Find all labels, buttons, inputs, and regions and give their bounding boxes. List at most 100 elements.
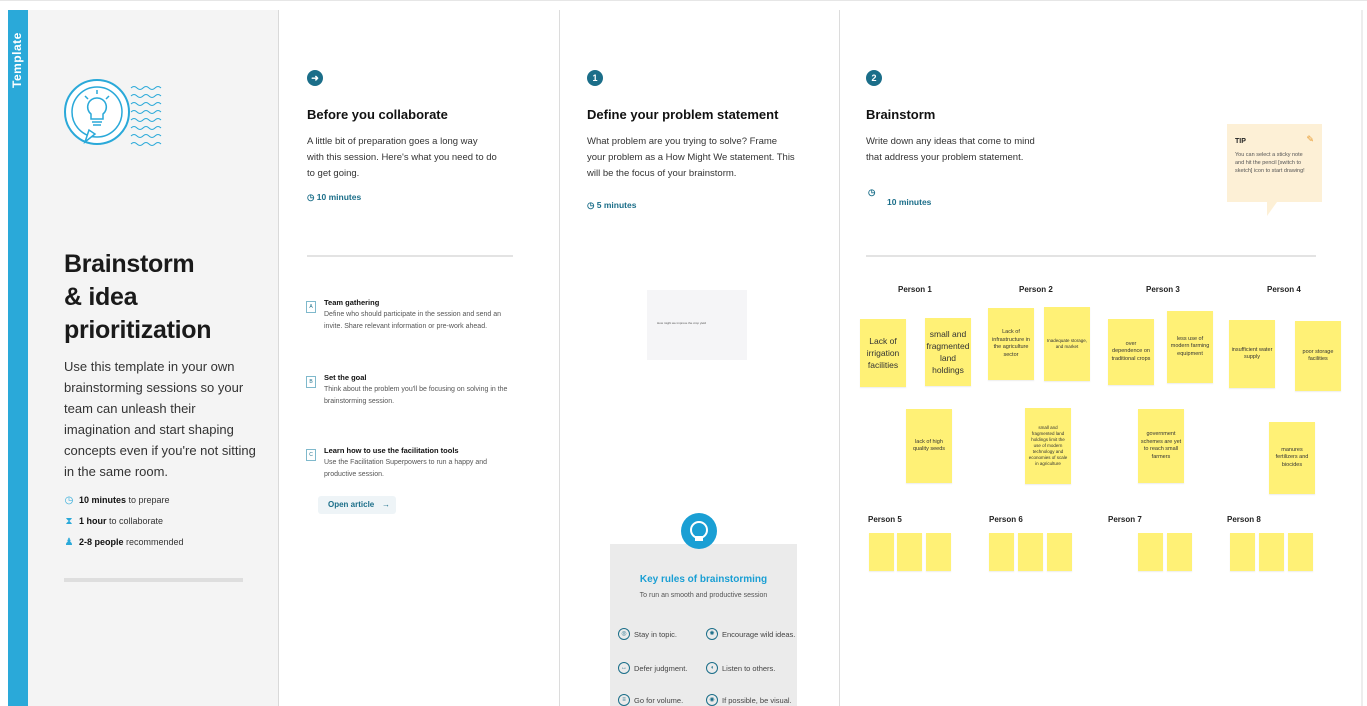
empty-sticky-note[interactable] [1230,533,1255,571]
stat-prepare: ◷ 10 minutes to prepare [64,490,264,511]
step-c-icon: C [306,449,316,461]
open-article-label: Open article [328,500,375,509]
pin-icon: ✎ [1306,134,1314,144]
intro-description: Use this template in your own brainstorm… [64,359,256,479]
stat-people: ♟ 2-8 people recommended [64,532,264,553]
collaborate-panel: ➜ Before you collaborate A little bit of… [280,10,560,706]
sticky-note[interactable]: manures fertilizers and biocides [1269,422,1315,494]
collaborate-timer: ◷ 10 minutes [307,192,362,202]
person-6-label: Person 6 [989,515,1023,524]
empty-sticky-note[interactable] [989,533,1014,571]
tip-text: You can select a sticky note and hit the… [1235,152,1305,174]
stopwatch-icon: ◷ [587,200,597,210]
rule-item: ≡ Go for volume. [618,694,683,706]
rule-item: ◉ If possible, be visual. [706,694,792,706]
step-1-badge: 1 [587,70,603,86]
sticky-note[interactable]: Lack of irrigation facilities [860,319,906,387]
brainstorm-panel: 2 Brainstorm Write down any ideas that c… [840,10,1361,706]
stopwatch-icon: ◷ [307,192,317,202]
whiteboard-canvas[interactable]: Template Brainstorm & idea prioritizatio… [0,0,1367,706]
step-title: Team gathering [324,298,380,307]
step-text: Use the Facilitation Superpowers to run … [324,459,488,478]
defer-icon: ↔ [618,662,630,674]
vertical-scrollbar[interactable] [1361,10,1363,706]
rules-subtitle: To run an smooth and productive session [639,592,768,599]
brainstorm-title: Brainstorm [866,107,936,122]
brainstorm-timer: 10 minutes [887,197,932,207]
person-2-label: Person 2 [1019,285,1053,294]
visual-icon: ◉ [706,694,718,706]
empty-sticky-note[interactable] [1138,533,1163,571]
focus-icon: ◎ [618,628,630,640]
empty-sticky-note[interactable] [897,533,922,571]
hourglass-icon: ⧗ [65,516,73,527]
sticky-note[interactable]: poor storage facilities [1295,321,1341,391]
sticky-note[interactable]: lack of high quality seeds [906,409,952,483]
sticky-note[interactable]: small and fragmented land holdings limit… [1025,408,1071,484]
person-3-label: Person 3 [1146,285,1180,294]
person-5-label: Person 5 [868,515,902,524]
intro-divider [64,578,243,582]
page-title: Brainstorm & idea prioritization [64,248,279,347]
brainstorm-lightbulb-icon [64,79,162,146]
empty-sticky-note[interactable] [869,533,894,571]
tip-tail [1267,202,1277,216]
sticky-note[interactable]: insufficient water supply [1229,320,1275,388]
rules-title: Key rules of brainstorming [639,574,768,585]
brainstorm-head-icon [681,513,717,549]
rule-item: ◖ Listen to others. [706,662,775,674]
empty-sticky-note[interactable] [1167,533,1192,571]
arrow-badge-icon: ➜ [307,70,323,86]
collaborate-text: A little bit of preparation goes a long … [307,136,497,179]
open-article-button[interactable]: Open article → [318,496,396,514]
title-line-2: & idea prioritization [64,283,212,344]
define-timer: ◷ 5 minutes [587,200,637,210]
rule-item: ◎ Stay in topic. [618,628,677,640]
session-stats: ◷ 10 minutes to prepare ⧗ 1 hour to collab… [64,490,264,553]
empty-sticky-note[interactable] [1259,533,1284,571]
sticky-note[interactable]: government schemes are yet to reach smal… [1138,409,1184,483]
stopwatch-icon: ◷ [64,495,74,506]
volume-icon: ≡ [618,694,630,706]
template-label: Template [10,32,24,88]
rule-item: ✺ Encourage wild ideas. [706,628,795,640]
tip-title: TIP [1235,138,1246,145]
step-text: Define who should participate in the ses… [324,311,502,330]
rule-item: ↔ Defer judgment. [618,662,687,674]
define-title: Define your problem statement [587,107,779,122]
step-a-icon: A [306,301,316,313]
sticky-note[interactable]: small and fragmented land holdings [925,318,971,386]
title-line-1: Brainstorm [64,250,195,278]
collaborate-title: Before you collaborate [307,107,448,122]
empty-sticky-note[interactable] [926,533,951,571]
intro-panel: Brainstorm & idea prioritization Use thi… [28,10,279,706]
problem-statement-text: How might we improve the crop yield [657,321,707,325]
arrow-right-icon: → [382,500,390,509]
sticky-note[interactable]: Lack of infrastructure in the agricultur… [988,308,1034,380]
step-2-badge: 2 [866,70,882,86]
empty-sticky-note[interactable] [1047,533,1072,571]
person-1-label: Person 1 [898,285,932,294]
step-text: Think about the problem you'll be focusi… [324,386,508,405]
define-panel: 1 Define your problem statement What pro… [560,10,840,706]
sticky-note[interactable]: less use of modern farming equipment [1167,311,1213,383]
ear-icon: ◖ [706,662,718,674]
key-rules-card: Key rules of brainstorming To run an smo… [610,544,797,706]
step-title: Learn how to use the facilitation tools [324,446,459,455]
empty-sticky-note[interactable] [1018,533,1043,571]
idea-icon: ✺ [706,628,718,640]
collaborate-divider [307,255,513,257]
person-4-label: Person 4 [1267,285,1301,294]
problem-statement-card[interactable]: How might we improve the crop yield [647,290,747,360]
stopwatch-icon: ◷ [868,187,876,197]
sticky-note[interactable]: Inadequate storage, and market [1044,307,1090,381]
template-strip: Template [8,10,28,706]
person-7-label: Person 7 [1108,515,1142,524]
empty-sticky-note[interactable] [1288,533,1313,571]
define-text: What problem are you trying to solve? Fr… [587,136,795,179]
person-icon: ♟ [64,537,74,548]
brainstorm-text: Write down any ideas that come to mind t… [866,136,1035,163]
sticky-note[interactable]: over dependence on traditional crops [1108,319,1154,385]
step-b-icon: B [306,376,316,388]
stat-collaborate: ⧗ 1 hour to collaborate [64,511,264,532]
